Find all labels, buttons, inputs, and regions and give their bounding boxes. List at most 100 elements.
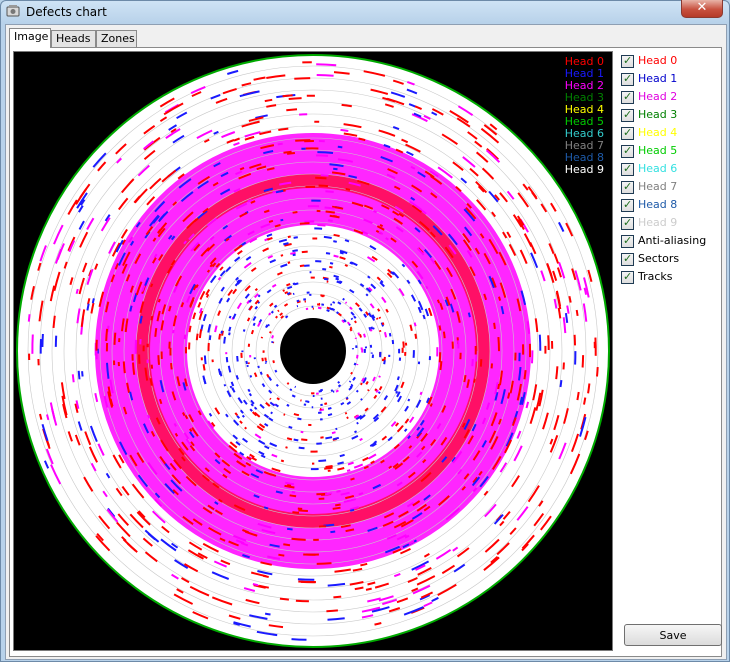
- defect-mark: [331, 307, 336, 311]
- defect-mark: [261, 357, 264, 362]
- checkbox[interactable]: ✓: [621, 108, 634, 122]
- option-label: Head 7: [638, 180, 678, 193]
- defect-mark: [566, 305, 570, 314]
- option-label: Anti-aliasing: [638, 234, 707, 247]
- defect-mark: [286, 527, 293, 531]
- defect-mark: [71, 374, 75, 383]
- checkbox[interactable]: ✓: [621, 198, 634, 212]
- defect-mark: [346, 416, 349, 420]
- defect-mark: [278, 553, 285, 557]
- defect-mark: [264, 357, 267, 362]
- defect-mark: [388, 332, 392, 337]
- defect-mark: [326, 309, 330, 313]
- defect-mark: [301, 250, 308, 254]
- defect-mark: [279, 597, 289, 601]
- defect-mark: [350, 371, 353, 375]
- checkbox[interactable]: ✓: [621, 54, 634, 68]
- defect-mark: [276, 397, 280, 401]
- defect-mark: [341, 103, 352, 108]
- tab-zones[interactable]: Zones: [96, 30, 137, 47]
- defect-mark: [217, 368, 222, 375]
- defect-mark: [576, 391, 580, 401]
- save-button[interactable]: Save: [624, 624, 722, 646]
- defect-mark: [369, 328, 373, 332]
- checkbox[interactable]: ✓: [621, 162, 634, 176]
- defect-mark: [523, 370, 527, 380]
- checkbox[interactable]: ✓: [621, 180, 634, 194]
- checkmark-icon: ✓: [623, 54, 633, 67]
- defect-mark: [319, 408, 325, 412]
- checkbox[interactable]: ✓: [621, 72, 634, 86]
- defect-mark: [318, 390, 322, 393]
- defect-mark: [568, 295, 572, 303]
- defect-mark: [188, 325, 192, 333]
- defect-mark: [316, 63, 337, 67]
- defect-mark: [333, 233, 340, 237]
- defect-mark: [172, 329, 175, 334]
- defect-mark: [228, 326, 232, 332]
- close-button[interactable]: ✕: [681, 0, 723, 18]
- defect-mark: [479, 359, 483, 367]
- disk-app-icon: [6, 5, 20, 17]
- tab-heads[interactable]: Heads: [51, 30, 96, 47]
- image-tab-panel: Head 0 Head 1 Head 2 Head 3 Head 4 Head …: [9, 47, 722, 657]
- defect-mark: [286, 108, 298, 112]
- defect-mark: [442, 331, 446, 339]
- defect-mark: [283, 413, 286, 416]
- title-bar[interactable]: Defects chart ✕: [1, 0, 729, 23]
- defect-mark: [252, 583, 259, 587]
- defect-mark: [587, 383, 591, 394]
- defect-mark: [363, 333, 366, 338]
- legend-head-9: Head 9: [564, 163, 604, 176]
- defect-mark: [345, 187, 351, 191]
- defect-mark: [228, 315, 232, 319]
- defect-mark: [323, 277, 329, 281]
- defect-mark: [291, 537, 306, 541]
- defect-mark: [349, 508, 355, 512]
- defect-mark: [244, 426, 248, 430]
- defect-mark: [41, 333, 44, 348]
- checkbox[interactable]: ✓: [621, 216, 634, 230]
- defect-mark: [350, 317, 354, 321]
- defect-mark: [340, 128, 349, 132]
- defect-mark: [286, 152, 295, 155]
- defect-mark: [395, 390, 399, 394]
- tab-image[interactable]: Image: [9, 28, 51, 48]
- defect-mark: [323, 235, 332, 239]
- defect-mark: [344, 301, 348, 304]
- checkbox[interactable]: ✓: [621, 126, 634, 140]
- defect-mark: [583, 397, 587, 405]
- defect-mark: [235, 375, 239, 380]
- checkbox[interactable]: ✓: [621, 270, 634, 284]
- checkbox[interactable]: ✓: [621, 144, 634, 158]
- defect-mark: [326, 306, 330, 310]
- defect-mark: [344, 239, 350, 243]
- defect-mark: [555, 366, 559, 380]
- defect-mark: [463, 374, 467, 383]
- checkbox[interactable]: ✓: [621, 90, 634, 104]
- defect-mark: [547, 335, 550, 351]
- defect-mark: [396, 376, 400, 381]
- checkbox[interactable]: ✓: [621, 234, 634, 248]
- defect-mark: [413, 322, 417, 327]
- defect-mark: [324, 206, 335, 210]
- defect-mark: [250, 329, 255, 335]
- defects-chart: Head 0 Head 1 Head 2 Head 3 Head 4 Head …: [13, 51, 613, 651]
- defect-mark: [439, 361, 443, 371]
- defect-mark: [377, 308, 381, 312]
- checkbox[interactable]: ✓: [621, 252, 634, 266]
- defect-mark: [298, 446, 305, 450]
- defect-mark: [293, 438, 299, 442]
- defect-mark: [286, 403, 290, 407]
- defect-mark: [329, 265, 333, 269]
- defect-mark: [407, 398, 411, 402]
- defect-mark: [267, 323, 270, 327]
- defect-mark: [81, 371, 84, 377]
- defect-mark: [318, 184, 329, 188]
- defect-mark: [105, 328, 109, 342]
- defect-mark: [268, 312, 272, 316]
- defect-mark: [471, 358, 474, 367]
- defect-mark: [270, 411, 273, 415]
- defect-mark: [275, 315, 279, 319]
- option-label: Head 0: [638, 54, 678, 67]
